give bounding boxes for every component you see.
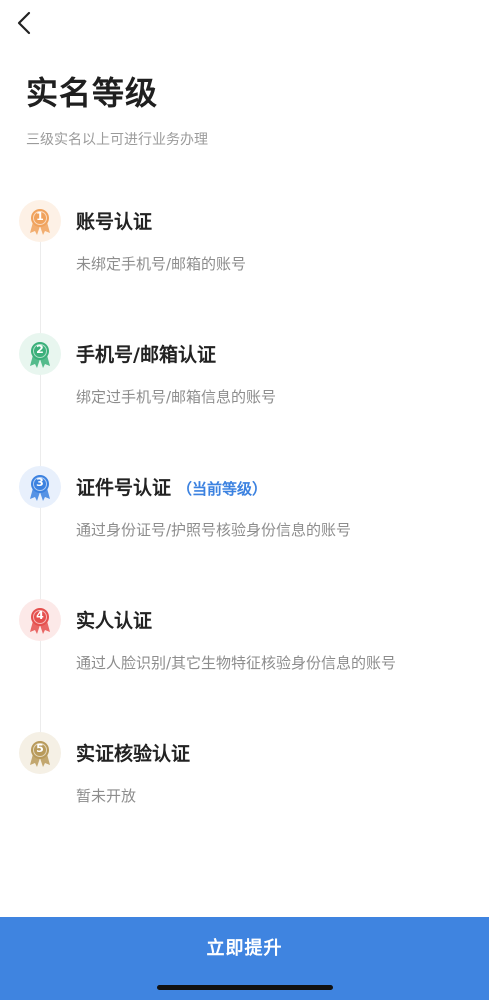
current-level-tag: （当前等级）	[177, 480, 268, 498]
medal-icon: 4	[19, 599, 61, 641]
medal-number: 4	[36, 609, 44, 622]
medal-number: 2	[36, 343, 44, 356]
medal-number: 3	[36, 476, 44, 489]
level-title: 账号认证	[76, 211, 153, 233]
medal-icon: 3	[19, 466, 61, 508]
medal-icon: 2	[19, 333, 61, 375]
page-title: 实名等级	[26, 74, 159, 112]
chevron-left-icon	[17, 11, 31, 35]
level-item-5: 5 实证核验认证 暂未开放	[0, 732, 489, 842]
level-title: 实人认证	[76, 610, 153, 632]
level-description: 通过人脸识别/其它生物特征核验身份信息的账号	[76, 654, 397, 672]
level-description: 通过身份证号/护照号核验身份信息的账号	[76, 521, 352, 539]
page-subtitle: 三级实名以上可进行业务办理	[26, 132, 208, 148]
home-indicator	[157, 985, 333, 990]
level-title: 证件号认证	[76, 477, 172, 499]
level-description: 绑定过手机号/邮箱信息的账号	[76, 388, 277, 406]
medal-icon: 5	[19, 732, 61, 774]
medal-icon: 1	[19, 200, 61, 242]
level-item-3: 3 证件号认证 （当前等级） 通过身份证号/护照号核验身份信息的账号	[0, 466, 489, 576]
medal-number: 5	[36, 742, 44, 755]
level-title: 实证核验认证	[76, 743, 191, 765]
back-button[interactable]	[14, 10, 38, 36]
upgrade-button-label: 立即提升	[206, 938, 283, 959]
level-item-4: 4 实人认证 通过人脸识别/其它生物特征核验身份信息的账号	[0, 599, 489, 709]
level-description: 暂未开放	[76, 787, 137, 805]
level-item-1: 1 账号认证 未绑定手机号/邮箱的账号	[0, 200, 489, 310]
level-description: 未绑定手机号/邮箱的账号	[76, 255, 247, 273]
level-title: 手机号/邮箱认证	[76, 344, 216, 366]
medal-number: 1	[36, 210, 44, 223]
level-item-2: 2 手机号/邮箱认证 绑定过手机号/邮箱信息的账号	[0, 333, 489, 443]
